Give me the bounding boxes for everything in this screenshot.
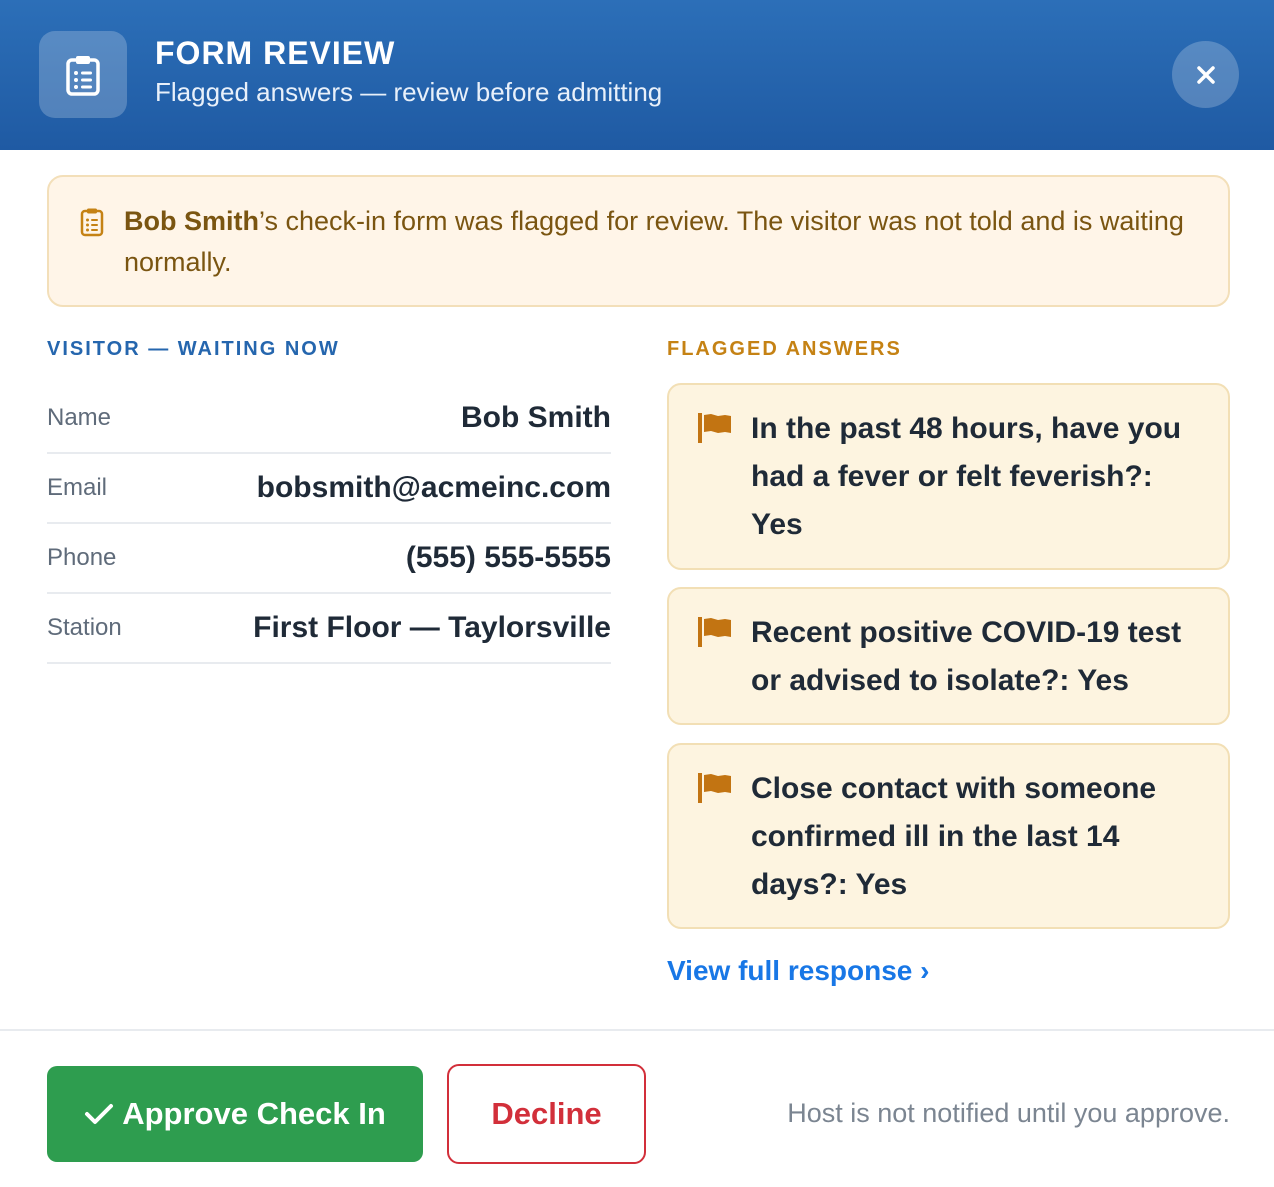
close-icon — [1196, 65, 1215, 84]
flagged-section-label: FLAGGED ANSWERS — [667, 338, 902, 360]
info-value: bobsmith@acmeinc.com — [256, 471, 611, 504]
approve-label: Approve Check In — [122, 1096, 386, 1131]
decline-button[interactable]: Decline — [447, 1064, 646, 1164]
info-row-station: Station First Floor — Taylorsville — [47, 594, 611, 664]
info-row-name: Name Bob Smith — [47, 384, 611, 454]
info-key: Name — [47, 404, 112, 431]
alert-visitor-name: Bob Smith — [124, 206, 259, 236]
info-key: Phone — [47, 544, 117, 571]
flagged-answer-text: Close contact with someone confirmed ill… — [751, 772, 1157, 901]
info-value: (555) 555-5555 — [405, 541, 611, 574]
info-row-email: Email bobsmith@acmeinc.com — [47, 454, 611, 524]
clipboard-icon — [39, 31, 127, 118]
flagged-answer-text: In the past 48 hours, have you had a fev… — [751, 412, 1182, 541]
checkmark-icon — [85, 1104, 114, 1124]
footer-note: Host is not notified until you approve. — [787, 1098, 1230, 1128]
info-key: Station — [47, 614, 122, 641]
alert-message: Bob Smith’s check-in form was flagged fo… — [124, 201, 1204, 283]
approve-check-in-button[interactable]: Approve Check In — [47, 1066, 423, 1162]
visitor-info-table: Name Bob Smith Email bobsmith@acmeinc.co… — [47, 384, 611, 664]
alert-message-text: ’s check-in form was flagged for review.… — [124, 206, 1184, 277]
clipboard-icon — [80, 207, 104, 242]
close-button[interactable] — [1172, 41, 1239, 108]
flagged-alert: Bob Smith’s check-in form was flagged fo… — [47, 175, 1230, 307]
flag-icon — [698, 617, 732, 652]
decline-label: Decline — [491, 1096, 602, 1131]
flagged-answer-card: Recent positive COVID-19 test or advised… — [667, 587, 1230, 725]
flagged-answer-text: Recent positive COVID-19 test or advised… — [751, 616, 1182, 697]
visitor-section-label: VISITOR — WAITING NOW — [47, 338, 340, 360]
info-row-phone: Phone (555) 555-5555 — [47, 524, 611, 594]
footer-divider — [0, 1029, 1274, 1031]
info-key: Email — [47, 474, 108, 501]
modal-header: FORM REVIEW Flagged answers — review bef… — [0, 0, 1274, 150]
flagged-answer-card: Close contact with someone confirmed ill… — [667, 743, 1230, 929]
info-value: First Floor — Taylorsville — [253, 611, 611, 644]
flag-icon — [698, 413, 732, 448]
info-value: Bob Smith — [461, 401, 611, 434]
page-title: FORM REVIEW — [155, 35, 396, 71]
flagged-answer-card: In the past 48 hours, have you had a fev… — [667, 383, 1230, 570]
page-subtitle: Flagged answers — review before admittin… — [155, 77, 663, 107]
view-full-response-link[interactable]: View full response › — [667, 953, 929, 989]
flag-icon — [698, 773, 732, 808]
